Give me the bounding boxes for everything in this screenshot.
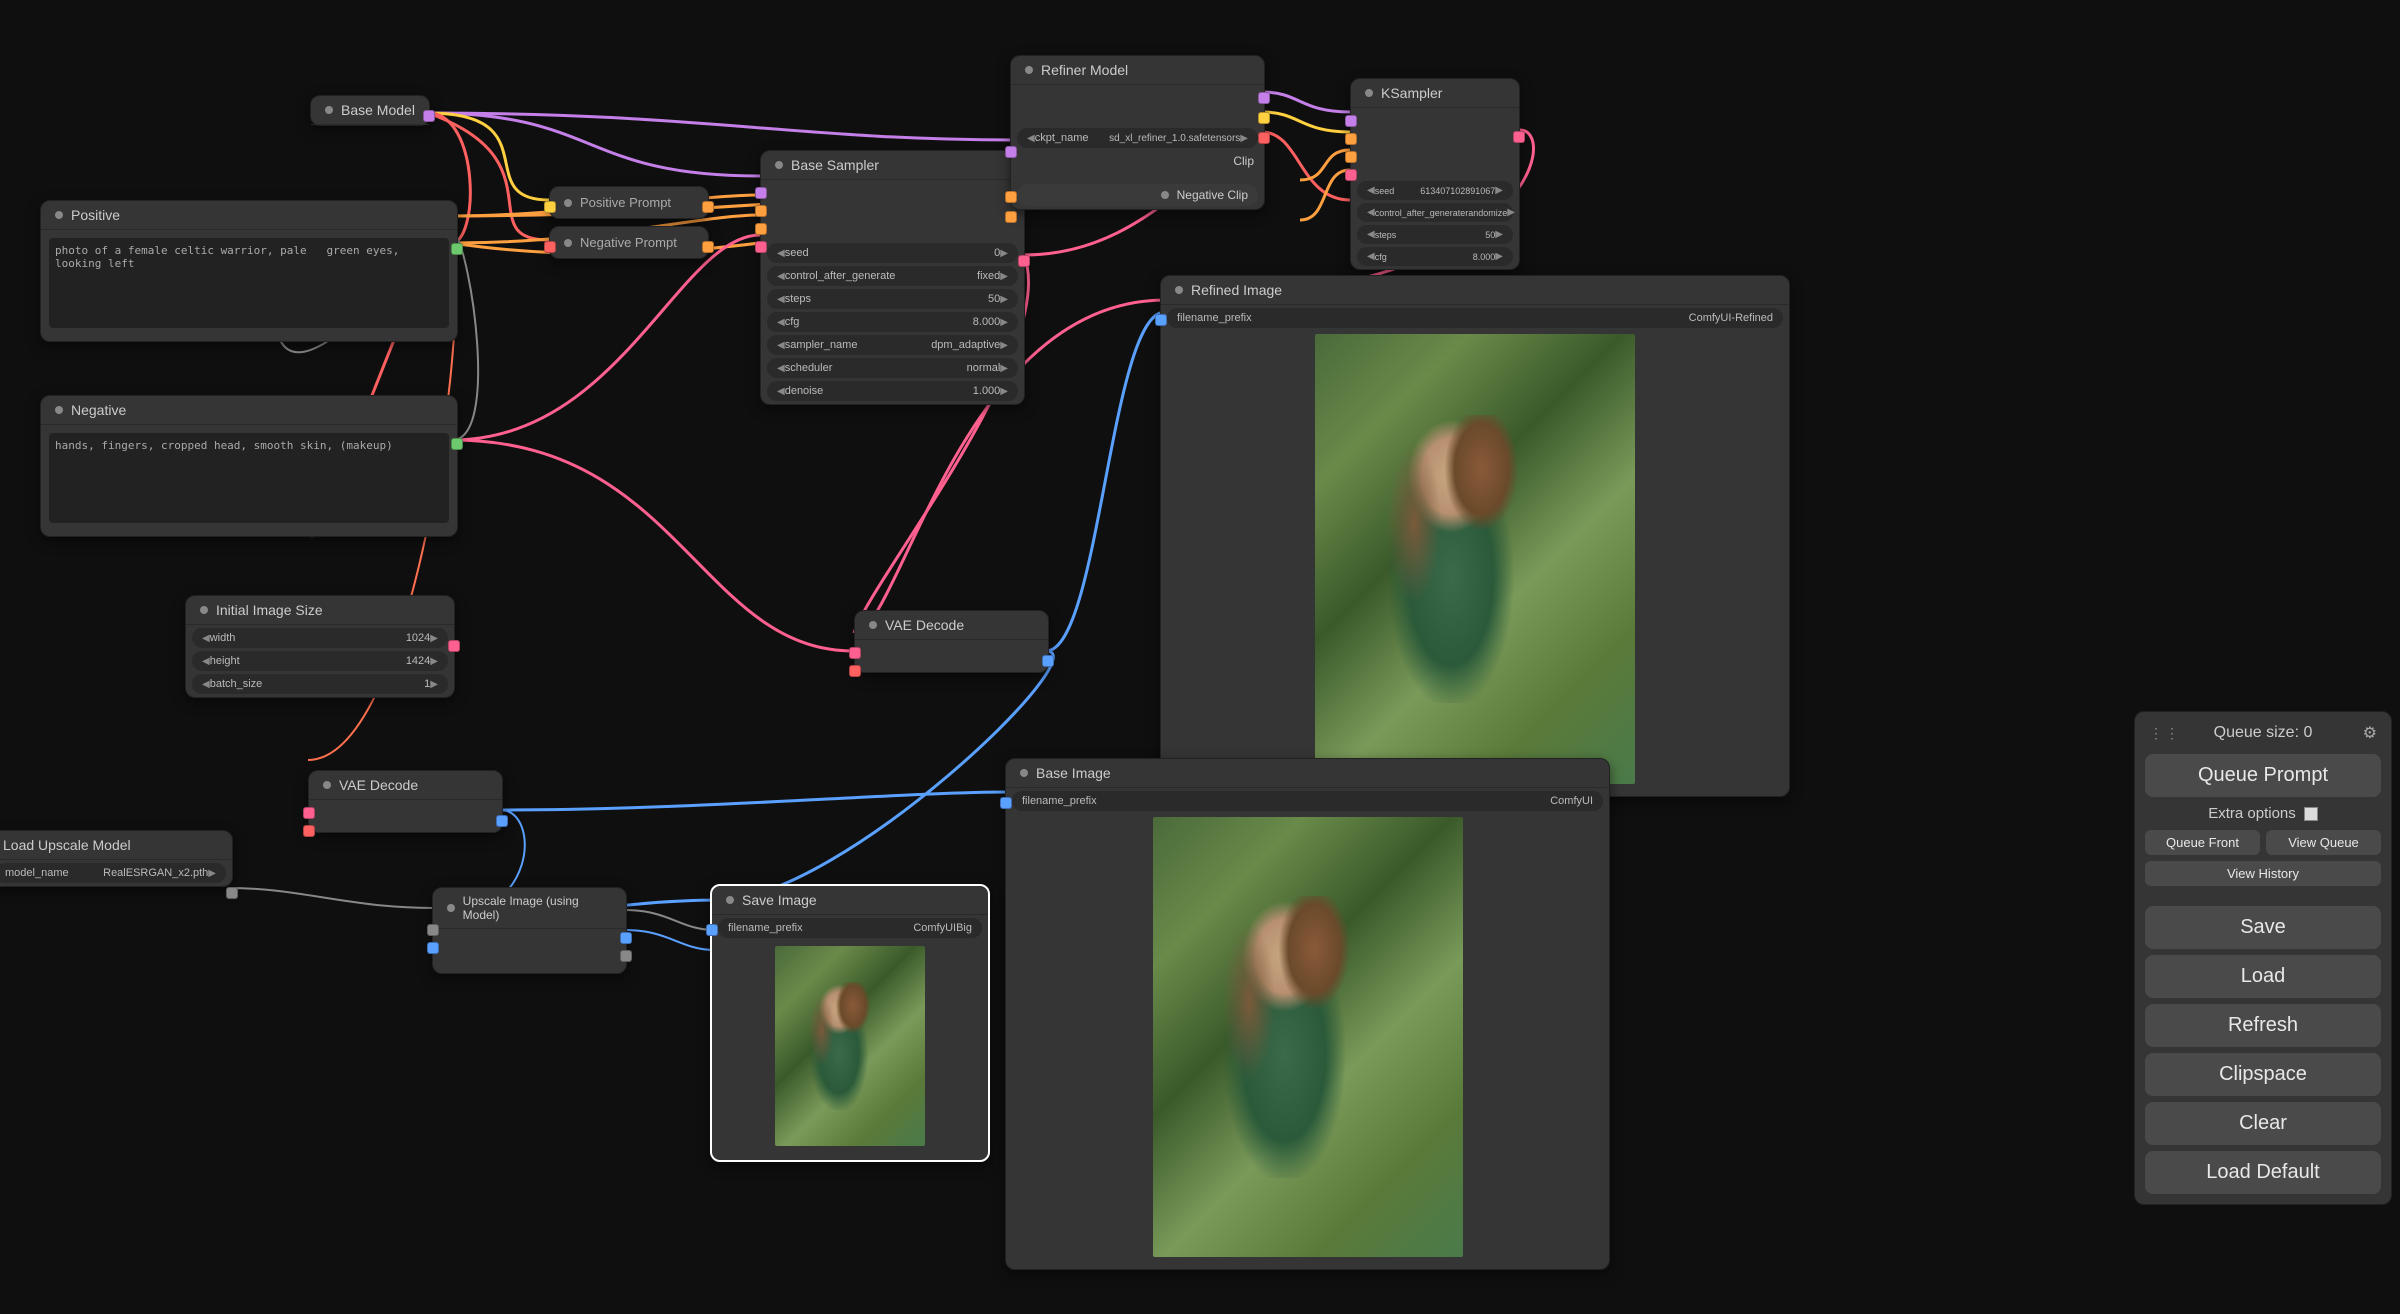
cfg-widget[interactable]: ◀cfg8.000▶ — [767, 312, 1018, 332]
node-save-image[interactable]: Save Image filename_prefixComfyUIBig — [710, 884, 990, 1162]
label: Save Image — [742, 892, 817, 908]
prefix-widget[interactable]: filename_prefixComfyUI-Refined — [1167, 308, 1783, 328]
queue-front-button[interactable]: Queue Front — [2145, 830, 2260, 855]
denoise-widget[interactable]: ◀denoise1.000▶ — [767, 381, 1018, 401]
label: Base Model — [341, 102, 415, 118]
seed-widget[interactable]: ◀seed613407102891067▶ — [1357, 181, 1513, 200]
node-vae-decode-2[interactable]: VAE Decode — [308, 770, 503, 833]
label: Base Image — [1036, 765, 1111, 781]
negative-text[interactable] — [49, 433, 449, 523]
cfg-widget[interactable]: ◀cfg8.000▶ — [1357, 247, 1513, 266]
refresh-button[interactable]: Refresh — [2145, 1004, 2381, 1047]
ckpt-widget[interactable]: ◀ckpt_namesd_xl_refiner_1.0.safetensors▶ — [1017, 128, 1258, 148]
batch-widget[interactable]: ◀batch_size1▶ — [192, 674, 448, 694]
node-positive[interactable]: Positive — [40, 200, 458, 342]
node-refined-image[interactable]: Refined Image filename_prefixComfyUI-Ref… — [1160, 275, 1790, 797]
node-initial-image-size[interactable]: Initial Image Size ◀width1024▶ ◀height14… — [185, 595, 455, 698]
node-base-image[interactable]: Base Image filename_prefixComfyUI — [1005, 758, 1610, 1270]
label: Negative — [71, 402, 126, 418]
width-widget[interactable]: ◀width1024▶ — [192, 628, 448, 648]
base-preview-image — [1153, 817, 1463, 1257]
prefix-widget[interactable]: filename_prefixComfyUIBig — [718, 918, 982, 938]
label: VAE Decode — [885, 617, 964, 633]
node-load-upscale-model[interactable]: Load Upscale Model model_nameRealESRGAN_… — [0, 830, 233, 887]
steps-widget[interactable]: ◀steps50▶ — [767, 289, 1018, 309]
extra-options-checkbox[interactable] — [2304, 807, 2318, 821]
label: Base Sampler — [791, 157, 879, 173]
save-preview-image — [775, 946, 925, 1146]
label: KSampler — [1381, 85, 1442, 101]
node-upscale-image[interactable]: Upscale Image (using Model) — [432, 887, 627, 974]
label: Positive Prompt — [580, 195, 671, 210]
label: Refiner Model — [1041, 62, 1128, 78]
node-refiner-model[interactable]: Refiner Model ◀ckpt_namesd_xl_refiner_1.… — [1010, 55, 1265, 210]
label: Refined Image — [1191, 282, 1282, 298]
steps-widget[interactable]: ◀steps50▶ — [1357, 225, 1513, 244]
queue-size-label: Queue size: 0 — [2214, 724, 2313, 742]
height-widget[interactable]: ◀height1424▶ — [192, 651, 448, 671]
node-base-sampler[interactable]: Base Sampler ◀seed0▶ ◀control_after_gene… — [760, 150, 1025, 405]
control-panel[interactable]: ⋮⋮ Queue size: 0 ⚙ Queue Prompt Extra op… — [2134, 711, 2392, 1205]
queue-prompt-button[interactable]: Queue Prompt — [2145, 754, 2381, 797]
load-button[interactable]: Load — [2145, 955, 2381, 998]
node-base-model[interactable]: Base Model — [310, 95, 430, 126]
node-negative-prompt[interactable]: Negative Prompt — [549, 226, 709, 259]
label: Upscale Image (using Model) — [463, 894, 612, 922]
node-negative[interactable]: Negative — [40, 395, 458, 537]
refined-preview-image — [1315, 334, 1635, 784]
view-history-button[interactable]: View History — [2145, 861, 2381, 886]
cag-widget[interactable]: ◀control_after_generaterandomize▶ — [1357, 203, 1513, 222]
label: Load Upscale Model — [3, 837, 131, 853]
label: Positive — [71, 207, 120, 223]
clear-button[interactable]: Clear — [2145, 1102, 2381, 1145]
clipspace-button[interactable]: Clipspace — [2145, 1053, 2381, 1096]
label: VAE Decode — [339, 777, 418, 793]
load-default-button[interactable]: Load Default — [2145, 1151, 2381, 1194]
node-positive-prompt[interactable]: Positive Prompt — [549, 186, 709, 219]
prefix-widget[interactable]: filename_prefixComfyUI — [1012, 791, 1603, 811]
node-canvas[interactable]: Base Model Positive Negative Positive Pr… — [0, 0, 2400, 1314]
view-queue-button[interactable]: View Queue — [2266, 830, 2381, 855]
model-widget[interactable]: model_nameRealESRGAN_x2.pth▶ — [0, 863, 226, 883]
save-button[interactable]: Save — [2145, 906, 2381, 949]
node-vae-decode-1[interactable]: VAE Decode — [854, 610, 1049, 673]
extra-options-label: Extra options — [2208, 805, 2296, 822]
sampler-widget[interactable]: ◀sampler_namedpm_adaptive▶ — [767, 335, 1018, 355]
label: Negative Prompt — [580, 235, 677, 250]
gear-icon[interactable]: ⚙ — [2363, 723, 2377, 743]
cag-widget[interactable]: ◀control_after_generatefixed▶ — [767, 266, 1018, 286]
label: Initial Image Size — [216, 602, 323, 618]
node-ksampler[interactable]: KSampler ◀seed613407102891067▶ ◀control_… — [1350, 78, 1520, 270]
seed-widget[interactable]: ◀seed0▶ — [767, 243, 1018, 263]
scheduler-widget[interactable]: ◀schedulernormal▶ — [767, 358, 1018, 378]
positive-text[interactable] — [49, 238, 449, 328]
drag-handle-icon[interactable]: ⋮⋮ — [2149, 725, 2181, 742]
